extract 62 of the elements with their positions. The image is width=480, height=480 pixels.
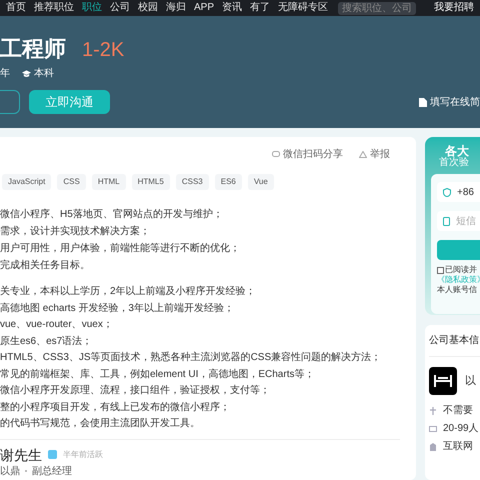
requirement-text: 关专业，本科以上学历，2年以上前端及小程序开发经验； [0, 284, 257, 299]
requirement-text: 常见的前端框架、库、工具，例如element UI，高德地图，ECharts等； [0, 368, 316, 382]
skill-tag: HTML5 [132, 174, 170, 190]
recruiter-position: 副总经理 [32, 464, 72, 478]
online-resume-link[interactable]: 填写在线简 [419, 94, 480, 110]
duty-text: 完成相关任务目标。 [0, 258, 91, 273]
nav-link[interactable]: 推荐职位 [34, 3, 74, 13]
company-fact-text: 互联网 [443, 440, 473, 454]
skill-tag: CSS [57, 174, 86, 190]
salary-text: 1-2K [82, 40, 124, 60]
skill-tag: HTML [92, 174, 126, 190]
duty-text: 用户可用性，用户体验，前端性能等进行不断的优化； [0, 242, 241, 256]
nav-link[interactable]: 有了 [250, 3, 270, 13]
active-status-text: 半年前活跃 [63, 448, 103, 460]
agreement-text: 已阅读并 [445, 265, 477, 275]
recruiter-name: 谢先生 [0, 446, 42, 464]
shield-icon [443, 188, 451, 196]
phone-field[interactable]: +86 [437, 182, 480, 202]
account-note-text: 本人账号信 [437, 285, 478, 295]
nav-link[interactable]: 资讯 [222, 3, 242, 13]
report-link[interactable]: 举报 [370, 147, 390, 162]
job-requirement-text: 本科 [34, 69, 54, 79]
login-subtitle: 首次验 [438, 158, 470, 168]
duty-text: 需求，设计并实现技术解决方案； [0, 224, 151, 239]
requirement-text: 高德地图 echarts 开发经验，3年以上前端开发经验； [0, 302, 235, 316]
requirement-text: 整的小程序项目开发，有线上已发布的微信小程序； [0, 400, 231, 414]
requirement-text: HTML5、CSS3、JS等页面技术，熟悉各种主流浏览器的CSS兼容性问题的解决方法； [0, 350, 382, 365]
company-fact-text: 不需要 [443, 404, 473, 418]
nav-link[interactable]: 无障碍专区 [278, 3, 328, 13]
nav-link[interactable]: 校园 [138, 3, 158, 13]
job-title: 工程师 [0, 38, 66, 60]
requirement-text: 微信小程序开发原理、流程，接口组件，验证授权，支付等； [0, 384, 271, 398]
graduation-cap-icon [22, 70, 31, 78]
interest-button[interactable] [0, 90, 20, 114]
nav-link[interactable]: 海归 [166, 3, 186, 13]
nav-link[interactable]: 公司 [110, 3, 130, 13]
document-icon [419, 98, 427, 106]
agree-checkbox[interactable] [437, 266, 444, 274]
company-heading: 公司基本信 [429, 334, 480, 348]
requirement-text: 原生es6、es7语法； [0, 334, 94, 348]
company-name: 以 [465, 374, 476, 389]
skill-tag: ES6 [214, 174, 242, 190]
company-fact-text: 20-99人 [443, 422, 479, 436]
skill-tag: CSS3 [176, 174, 209, 190]
requirement-text: 的代码书写规范，会使用主流团队开发工具。 [0, 416, 201, 431]
requirement-text: vue、vue-router、vuex； [0, 318, 114, 332]
nav-link[interactable]: 首页 [6, 3, 26, 13]
nav-link[interactable]: APP [194, 3, 214, 13]
login-title: 各大 [445, 145, 470, 157]
nav-link[interactable]: 职位 [82, 3, 102, 13]
logo-mark-icon [433, 374, 453, 388]
recruiter-company: 以鼎 [0, 464, 20, 478]
chat-bubble-icon [272, 151, 280, 158]
warning-icon [359, 151, 367, 158]
duty-text: 微信小程序、H5落地页、官网站点的开发与维护； [0, 208, 224, 222]
building-icon [429, 442, 437, 450]
recruit-link[interactable]: 我要招聘 [434, 3, 474, 13]
wechat-share-link[interactable]: 微信扫码分享 [283, 147, 343, 162]
phone-icon [443, 216, 450, 226]
skill-tag: JavaScript [2, 174, 52, 190]
skill-tag: Vue [248, 174, 274, 190]
job-requirement-text: 年 [0, 69, 10, 79]
